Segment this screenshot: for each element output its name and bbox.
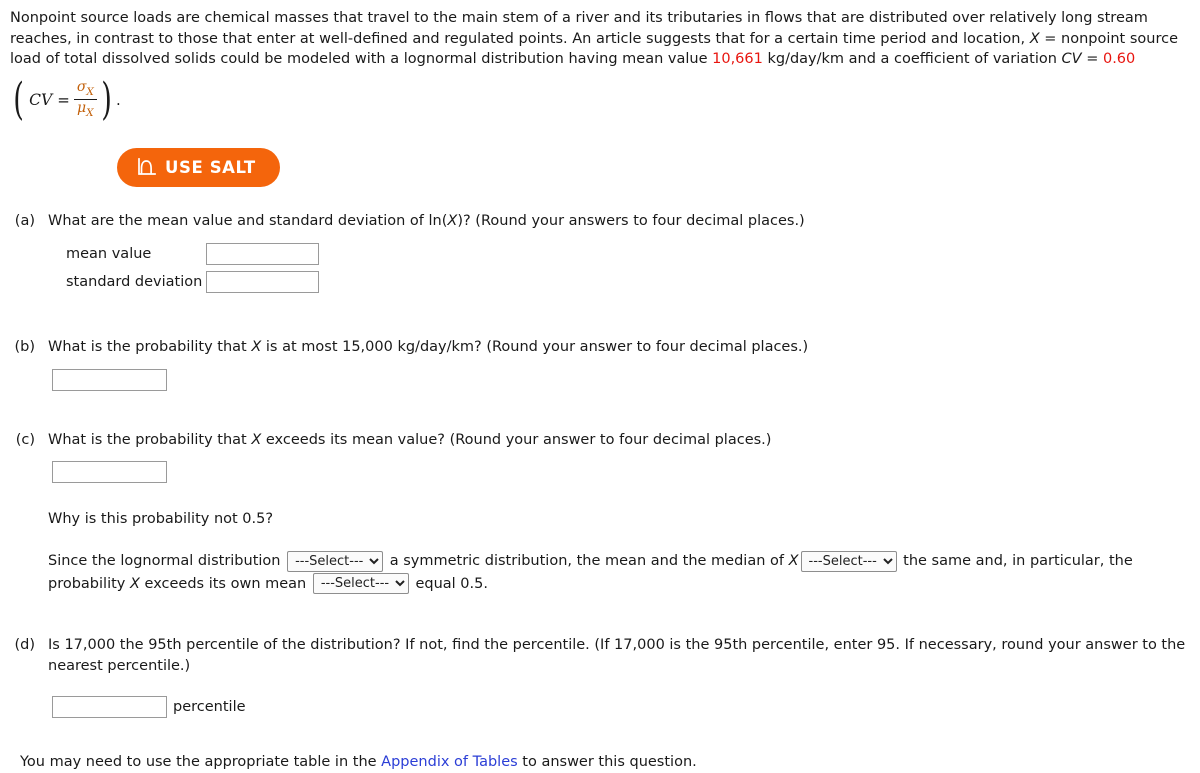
part-d-answer-container: percentile xyxy=(52,696,1190,719)
mean-value-row: mean value xyxy=(48,243,1190,266)
part-b-label: (b) xyxy=(14,339,35,356)
appendix-of-tables-link[interactable]: Appendix of Tables xyxy=(381,754,518,770)
percentile-unit-label: percentile xyxy=(173,698,246,715)
standard-deviation-label: standard deviation xyxy=(66,274,203,291)
why-explanation-sentence: Since the lognormal distribution ---Sele… xyxy=(48,550,1168,595)
part-a-label: (a) xyxy=(14,212,35,229)
mean-value-input[interactable] xyxy=(206,243,319,266)
mean-value-highlight: 10,661 xyxy=(712,51,763,68)
appendix-note: You may need to use the appropriate tabl… xyxy=(10,752,1190,773)
question-part-d: (d) Is 17,000 the 95th percentile of the… xyxy=(10,635,1190,719)
use-salt-button[interactable]: USE SALT xyxy=(117,147,280,187)
question-part-b: (b) What is the probability that X is at… xyxy=(10,337,1190,391)
part-b-answer-container xyxy=(52,368,1190,391)
part-a-question: What are the mean value and standard dev… xyxy=(48,212,805,229)
cv-symbol: CV xyxy=(1061,51,1082,68)
appendix-note-before: You may need to use the appropriate tabl… xyxy=(20,754,382,771)
formula-fraction: σX μX xyxy=(73,79,97,120)
formula-denominator-subscript: X xyxy=(86,107,94,120)
part-b-variable-x: X xyxy=(251,339,262,356)
formula-period: . xyxy=(116,90,121,109)
intro-variable-x: X xyxy=(1029,30,1040,47)
select-mean-median[interactable]: ---Select---areare not xyxy=(800,550,897,572)
question-part-c: (c) What is the probability that X excee… xyxy=(10,430,1190,595)
distribution-curve-icon xyxy=(137,158,156,176)
formula-open-paren: ( xyxy=(13,73,24,125)
select-is-symmetric[interactable]: ---Select---isis not xyxy=(287,550,384,572)
cv-value-highlight: 0.60 xyxy=(1102,51,1136,68)
formula-close-paren: ) xyxy=(101,73,112,125)
part-c-label: (c) xyxy=(15,431,35,448)
standard-deviation-row: standard deviation xyxy=(48,271,1190,294)
formula-denominator: μX xyxy=(77,100,94,120)
formula-numerator: σX xyxy=(76,79,94,99)
part-c-answer-input[interactable] xyxy=(52,461,167,484)
intro-equals: = xyxy=(1081,51,1103,68)
formula-numerator-subscript: X xyxy=(86,86,94,99)
cv-formula: ( CV = σX μX ) . xyxy=(10,74,1190,126)
mean-value-label: mean value xyxy=(66,246,152,263)
intro-text-part3: kg/day/km and a coefficient of variation xyxy=(762,51,1062,68)
salt-button-container: USE SALT xyxy=(10,147,1190,187)
part-d-percentile-input[interactable] xyxy=(52,696,167,719)
formula-equals: = xyxy=(57,90,70,109)
why-variable-x-1: X xyxy=(788,553,799,570)
select-probability[interactable]: ---Select---doesdoes not xyxy=(312,573,409,595)
problem-statement: Nonpoint source loads are chemical masse… xyxy=(10,8,1190,70)
standard-deviation-input[interactable] xyxy=(206,271,319,294)
question-page: Nonpoint source loads are chemical masse… xyxy=(0,0,1200,773)
part-b-question: What is the probability that X is at mos… xyxy=(48,339,809,356)
intro-text-part1: Nonpoint source loads are chemical masse… xyxy=(10,10,1148,47)
part-a-variable-x: X xyxy=(447,212,458,229)
salt-button-label: USE SALT xyxy=(165,157,256,177)
part-a-fields: mean value standard deviation xyxy=(48,243,1190,294)
part-d-question: Is 17,000 the 95th percentile of the dis… xyxy=(48,636,1186,674)
appendix-note-after: to answer this question. xyxy=(517,754,697,771)
part-b-answer-input[interactable] xyxy=(52,368,167,391)
why-variable-x-2: X xyxy=(129,575,140,592)
part-d-label: (d) xyxy=(14,636,35,653)
formula-cv-label: CV xyxy=(29,90,53,109)
part-c-variable-x: X xyxy=(251,431,262,448)
why-not-half-question: Why is this probability not 0.5? xyxy=(48,511,274,528)
part-c-question: What is the probability that X exceeds i… xyxy=(48,431,772,448)
part-c-answer-container xyxy=(52,461,1190,484)
question-part-a: (a) What are the mean value and standard… xyxy=(10,211,1190,300)
